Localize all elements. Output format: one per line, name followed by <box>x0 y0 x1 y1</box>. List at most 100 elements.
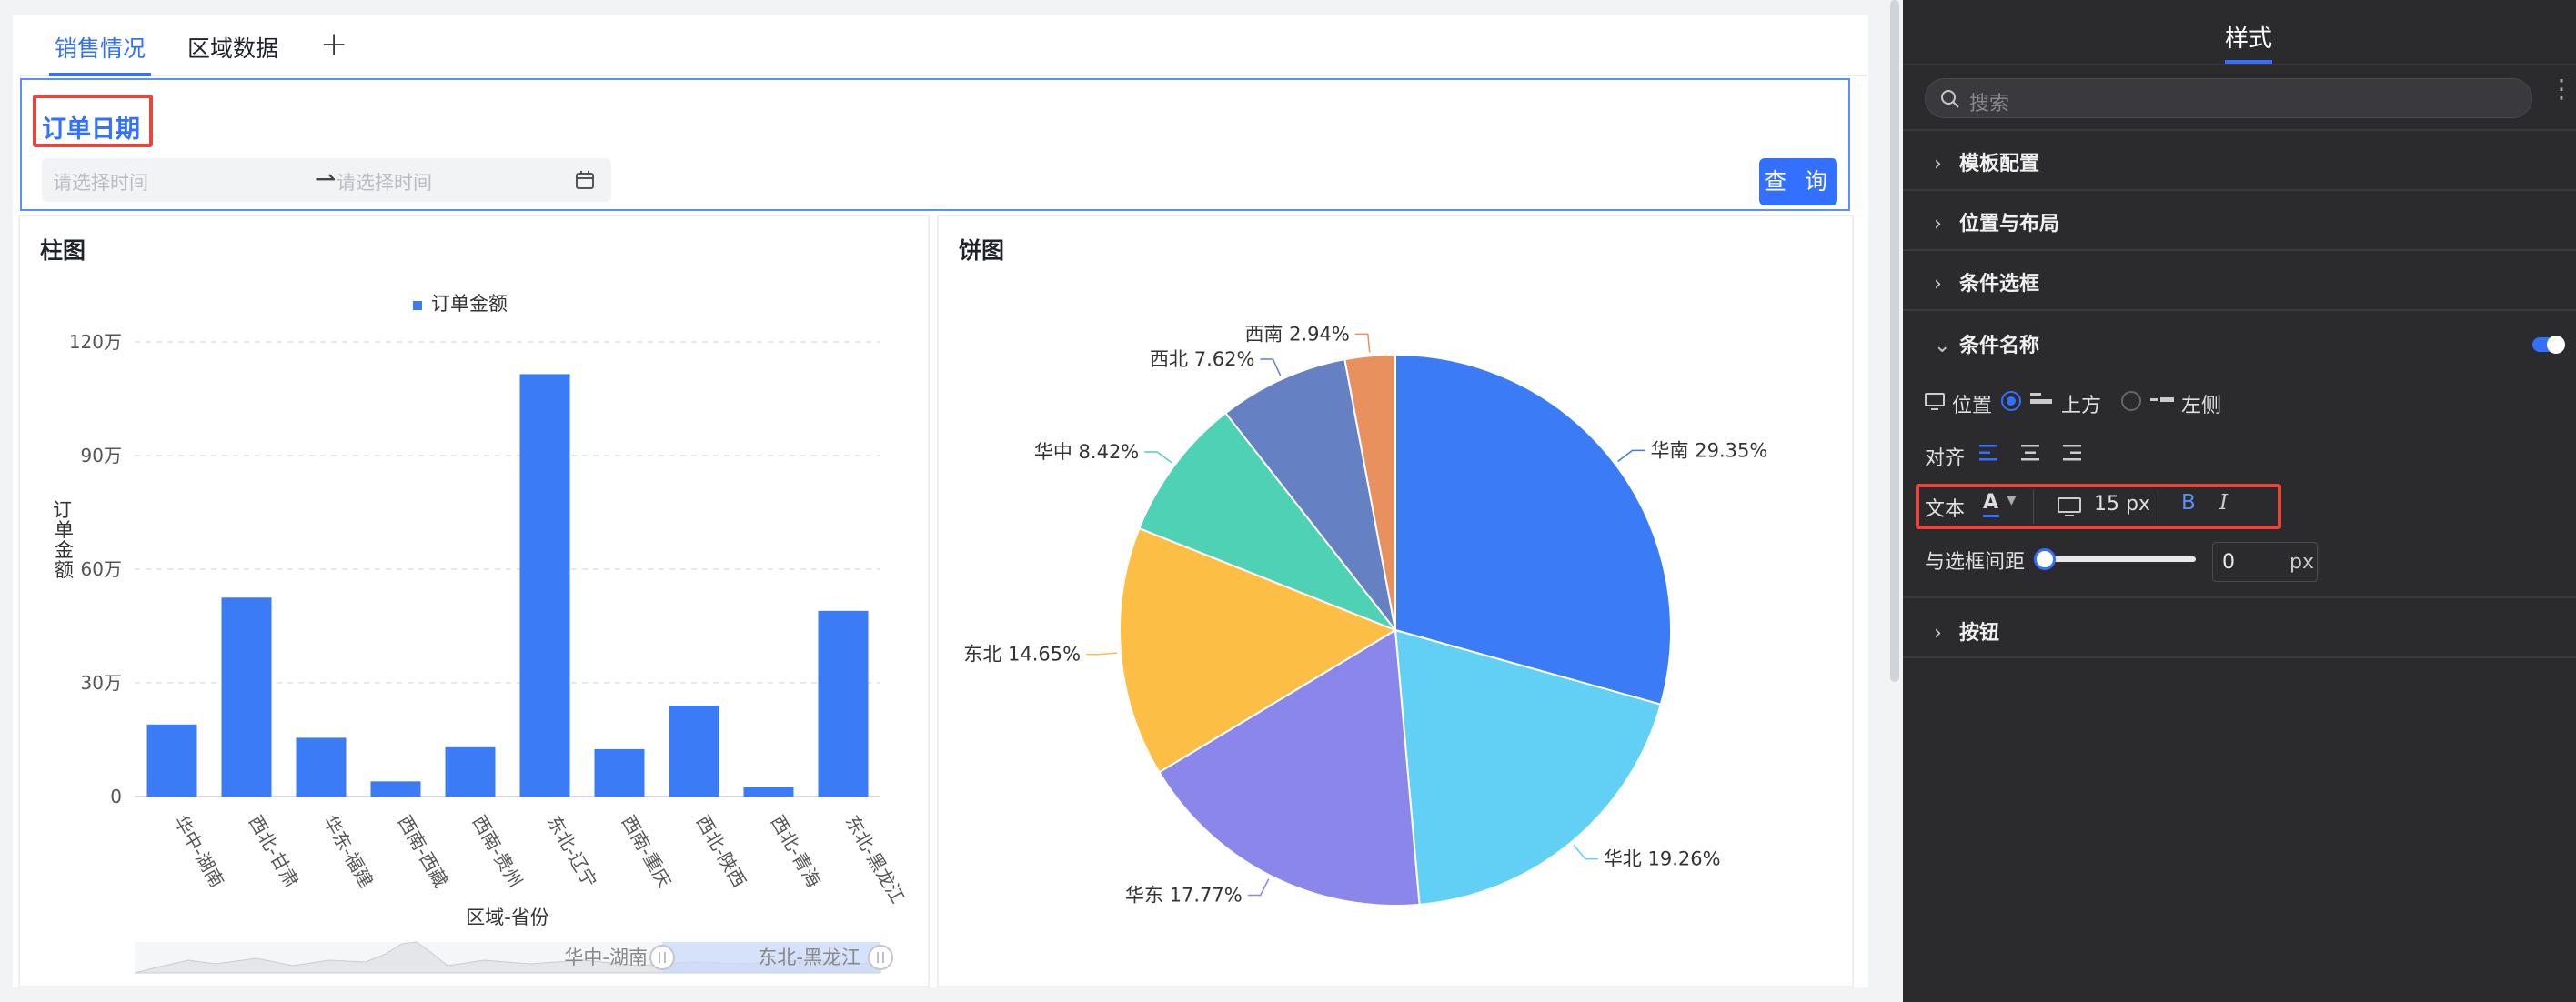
section-label: 模板配置 <box>1959 153 2040 175</box>
font-size-input[interactable]: 15 px <box>2094 493 2150 516</box>
chevron-right-icon: › <box>1934 273 1942 296</box>
dashboard-canvas: 销售情况 区域数据 + 订单日期 请选择时间 ⇀ 请选择时间 查 询 柱图 订单… <box>13 15 1868 987</box>
divider <box>1903 129 2576 131</box>
pie-label: 华南 29.35% <box>1651 439 1768 461</box>
bar <box>296 737 347 797</box>
condition-name-toggle[interactable] <box>2532 336 2565 354</box>
gap-unit: px <box>2289 551 2314 574</box>
divider <box>1903 249 2576 251</box>
filter-title: 订单日期 <box>42 115 140 144</box>
text-label: 文本 <box>1925 498 1966 521</box>
chevron-right-icon: › <box>1934 153 1942 175</box>
pie-label: 东北 14.65% <box>963 644 1081 666</box>
label-left-icon <box>2150 397 2174 402</box>
bar <box>146 724 197 797</box>
pie-label-line <box>1260 358 1282 376</box>
align-right-icon[interactable] <box>2061 442 2083 464</box>
x-tick-label: 华中-湖南 <box>170 812 228 892</box>
pie-label: 华中 8.42% <box>1034 441 1139 463</box>
tab-sales[interactable]: 销售情况 <box>55 31 146 64</box>
style-panel-title[interactable]: 样式 <box>2225 20 2272 54</box>
divider <box>1903 596 2576 598</box>
start-date-input[interactable]: 请选择时间 <box>53 168 148 195</box>
monitor-icon <box>1925 393 1945 410</box>
align-center-icon[interactable] <box>2019 442 2041 464</box>
gap-value: 0 <box>2222 551 2235 574</box>
section-label: 按钮 <box>1959 622 2000 645</box>
y-axis-label: 订单金额 <box>53 499 74 581</box>
x-tick-label: 西南-贵州 <box>468 812 527 892</box>
pie-label-line <box>1086 652 1118 656</box>
x-axis-label: 区域-省份 <box>466 907 549 928</box>
dropdown-arrow-icon: ▼ <box>2007 493 2017 507</box>
chevron-right-icon: › <box>1934 213 1942 235</box>
zoom-end-label: 东北-黑龙江 <box>758 947 860 968</box>
bar <box>221 597 272 797</box>
gap-label: 与选框间距 <box>1925 551 2026 574</box>
pie-label-line <box>1617 449 1645 463</box>
bar-legend: 订单金额 <box>413 293 508 315</box>
style-panel: 样式 搜索 ⋮ › 模板配置 › 位置与布局 › 条件选框 ⌄ 条件名称 位置 上方 左… <box>1903 0 2576 1002</box>
position-top-radio[interactable] <box>2001 391 2021 411</box>
x-tick-label: 西南-西藏 <box>394 812 452 892</box>
pie-label: 华北 19.26% <box>1604 848 1721 870</box>
gap-input[interactable]: 0 px <box>2212 542 2318 582</box>
date-range-picker[interactable]: 请选择时间 ⇀ 请选择时间 <box>42 158 611 202</box>
x-tick-label: 西北-甘肃 <box>245 812 303 892</box>
end-date-input[interactable]: 请选择时间 <box>337 168 432 195</box>
add-tab-button[interactable]: + <box>320 25 347 63</box>
pie-label: 华东 17.77% <box>1125 884 1243 906</box>
zoom-handle[interactable] <box>868 945 893 970</box>
section-template-config[interactable]: › 模板配置 <box>1934 147 2039 176</box>
bold-button[interactable]: B <box>2181 491 2196 515</box>
date-filter: 订单日期 请选择时间 ⇀ 请选择时间 查 询 <box>20 78 1850 211</box>
divider <box>1903 64 2576 65</box>
section-label: 位置与布局 <box>1959 213 2060 235</box>
y-tick-label: 60万 <box>81 558 122 580</box>
section-label: 条件名称 <box>1959 335 2040 357</box>
pie-label-line <box>1144 451 1172 464</box>
font-color-icon: A <box>1983 491 1999 514</box>
bar <box>370 781 421 797</box>
pie-label: 西北 7.62% <box>1150 348 1254 370</box>
gap-slider-track[interactable] <box>2045 556 2196 562</box>
position-left-label: 左侧 <box>2181 395 2222 417</box>
align-left-icon[interactable] <box>1977 442 1999 464</box>
range-arrow-icon: ⇀ <box>315 164 337 194</box>
pie-label-line <box>1573 844 1598 860</box>
divider <box>1903 309 2576 311</box>
more-options-icon[interactable]: ⋮ <box>2549 76 2574 102</box>
tab-region-data[interactable]: 区域数据 <box>187 31 278 64</box>
search-input[interactable]: 搜索 <box>1925 78 2532 118</box>
bar <box>519 374 570 797</box>
pie-chart: 华南 29.35% 华北 19.26% 华东 17.77% 东北 14.65% 华中 8… <box>963 323 1768 907</box>
y-tick-label: 90万 <box>81 445 122 466</box>
font-color-swatch <box>1983 515 1999 517</box>
y-tick-label: 120万 <box>69 331 122 353</box>
section-position-layout[interactable]: › 位置与布局 <box>1934 207 2059 236</box>
bar <box>818 610 869 797</box>
align-label: 对齐 <box>1925 447 1966 470</box>
bar <box>594 748 645 797</box>
y-tick-label: 0 <box>110 786 122 807</box>
font-color-picker[interactable]: A ▼ <box>1977 489 2034 524</box>
query-button[interactable]: 查 询 <box>1759 158 1837 205</box>
bar <box>743 787 794 797</box>
pie-label-line <box>1354 333 1371 353</box>
section-condition-box[interactable]: › 条件选框 <box>1934 267 2039 296</box>
y-tick-label: 30万 <box>81 672 122 694</box>
gap-slider-handle[interactable] <box>2034 548 2056 570</box>
position-left-radio[interactable] <box>2121 391 2141 411</box>
vertical-scrollbar[interactable] <box>1890 0 1899 682</box>
italic-button[interactable]: I <box>2219 491 2228 515</box>
search-icon <box>1941 90 1959 108</box>
chevron-right-icon: › <box>1934 622 1942 645</box>
x-tick-label: 东北-黑龙江 <box>841 812 909 907</box>
section-button[interactable]: › 按钮 <box>1934 616 1999 646</box>
calendar-icon[interactable] <box>575 170 595 190</box>
section-condition-name[interactable]: ⌄ 条件名称 <box>1934 329 2039 358</box>
pie-label: 西南 2.94% <box>1244 323 1349 345</box>
label-top-icon <box>2030 393 2052 404</box>
x-tick-label: 西北-陕西 <box>692 812 750 892</box>
zoom-handle[interactable] <box>649 945 675 970</box>
